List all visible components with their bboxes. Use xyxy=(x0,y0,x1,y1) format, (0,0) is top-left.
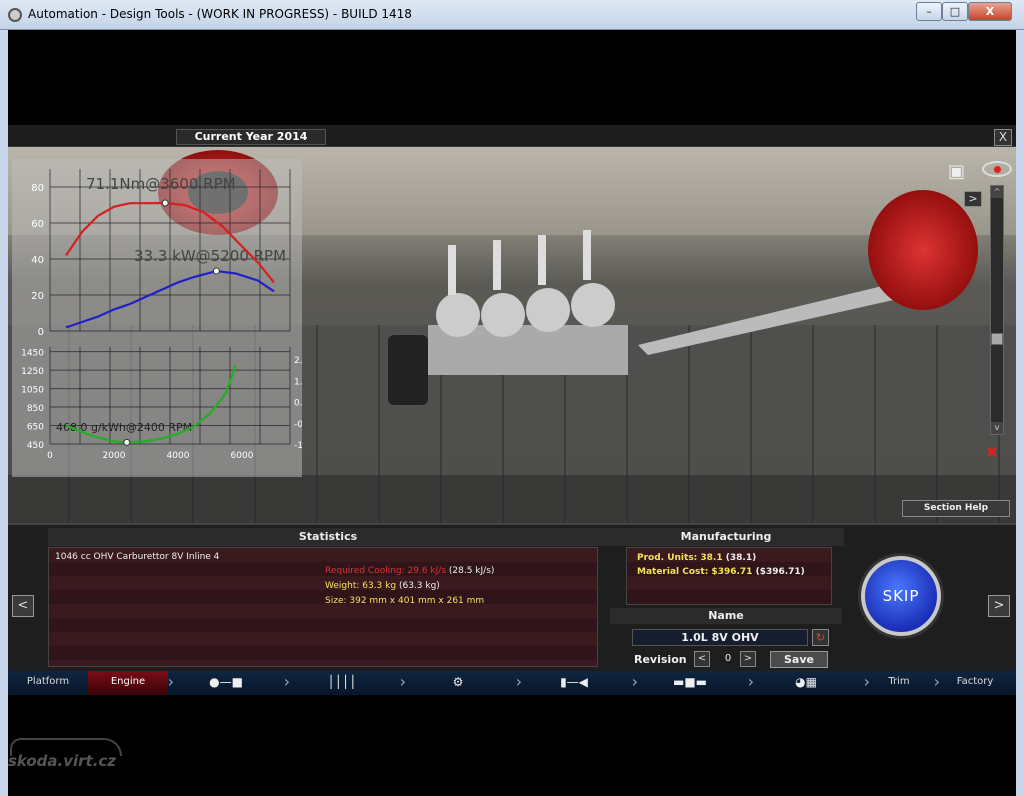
y-tick-label: 20 xyxy=(31,291,44,302)
y-right-tick-label: -0.2 xyxy=(294,420,302,430)
y-tick-label: 0 xyxy=(38,327,44,338)
tab-trim[interactable]: Trim › xyxy=(864,671,940,695)
engine-model xyxy=(388,230,628,405)
viewport-close-button[interactable]: X xyxy=(994,129,1012,146)
section-help-button[interactable]: Section Help xyxy=(902,500,1010,517)
torque-peak-label: 71.1Nm@3600 RPM xyxy=(86,175,236,193)
power-peak-label: 33.3 kW@5200 RPM xyxy=(134,247,286,265)
nav-prev-button[interactable]: < xyxy=(12,595,34,617)
camera-icon[interactable]: ▣ xyxy=(948,161,965,182)
y-right-tick-label: 1.4 xyxy=(294,377,302,387)
skip-button[interactable]: SKIP xyxy=(861,556,941,636)
statistics-box: 1046 cc OHV Carburettor 8V Inline 4 Requ… xyxy=(48,547,598,667)
minimize-button[interactable]: – xyxy=(916,2,942,21)
y-tick-label: 850 xyxy=(27,404,44,414)
current-year-label: Current Year 2014 xyxy=(176,129,326,145)
x-tick-label: 4000 xyxy=(167,451,190,461)
size-stat: Size: 392 mm x 401 mm x 261 mm xyxy=(325,596,485,606)
tuning-icon: ◕▦ xyxy=(795,675,817,689)
viewport-topbar: Current Year 2014 X xyxy=(8,125,1016,147)
torque-peak-marker xyxy=(161,199,169,207)
tab-tuning[interactable]: ◕▦ › xyxy=(748,671,870,695)
revision-value: 0 xyxy=(724,653,732,664)
tab-piston-rod[interactable]: ●—■ › xyxy=(168,671,290,695)
zoom-slider[interactable]: ^ v xyxy=(990,185,1004,435)
y-tick-label: 60 xyxy=(31,219,44,230)
y-tick-label: 1250 xyxy=(21,367,44,377)
y-tick-label: 450 xyxy=(27,441,44,451)
manufacturing-box: Prod. Units: 38.1 (38.1) Material Cost: … xyxy=(626,547,832,605)
watermark: skoda.virt.cz xyxy=(8,752,117,770)
y-right-tick-label: 2.2 xyxy=(294,356,302,366)
window-titlebar: Automation - Design Tools - (WORK IN PRO… xyxy=(0,0,1024,30)
zoom-down-button[interactable]: v xyxy=(991,422,1003,434)
engine-description: 1046 cc OHV Carburettor 8V Inline 4 xyxy=(55,552,220,562)
engine-graph-panel: 71.1Nm@3600 RPM 33.3 kW@5200 RPM 468.0 g… xyxy=(12,159,302,477)
window-frame-right xyxy=(1016,30,1024,796)
bottom-panel: < Statistics 1046 cc OHV Carburettor 8V … xyxy=(8,523,1016,671)
viewport-footer xyxy=(8,475,1016,523)
window-title: Automation - Design Tools - (WORK IN PRO… xyxy=(28,7,412,21)
bsfc-peak-label: 468.0 g/kWh@2400 RPM xyxy=(56,421,192,434)
y-right-tick-label: 0.6 xyxy=(294,399,302,409)
required-cooling-stat: Required Cooling: 29.6 kJ/s (28.5 kJ/s) xyxy=(325,566,495,576)
engine-name-input[interactable]: 1.0L 8V OHV xyxy=(632,629,808,646)
manufacturing-heading: Manufacturing xyxy=(608,528,844,546)
valvetrain-icon: ││││ xyxy=(327,675,357,689)
section-tabbar: Platform› Engine› ●—■› ││││› ⚙› ▮—◀› ▬■▬… xyxy=(8,671,1016,695)
weight-stat: Weight: 63.3 kg (63.3 kg) xyxy=(325,581,440,591)
tab-turbo[interactable]: ⚙ › xyxy=(400,671,522,695)
dynamometer xyxy=(868,190,978,310)
reset-view-icon[interactable]: ✖ xyxy=(986,445,998,461)
statistics-heading: Statistics xyxy=(48,528,608,546)
y-right-tick-label: -1.0 xyxy=(294,441,302,451)
material-cost-stat: Material Cost: $396.71 ($396.71) xyxy=(637,567,805,577)
y-tick-label: 80 xyxy=(31,183,44,194)
save-button[interactable]: Save xyxy=(770,651,828,668)
x-tick-label: 0 xyxy=(47,451,53,461)
tab-engine[interactable]: Engine › xyxy=(88,671,174,695)
x-tick-label: 6000 xyxy=(231,451,254,461)
fuel-system-icon: ▮—◀ xyxy=(560,675,588,689)
refresh-name-icon[interactable]: ↻ xyxy=(812,629,829,646)
revision-label: Revision xyxy=(634,653,687,666)
tab-factory[interactable]: Factory xyxy=(934,671,1016,695)
app-icon xyxy=(8,8,22,22)
engine-graph: 71.1Nm@3600 RPM 33.3 kW@5200 RPM 468.0 g… xyxy=(21,169,302,461)
revision-prev-button[interactable]: < xyxy=(694,651,710,667)
zoom-slider-thumb[interactable] xyxy=(991,333,1003,345)
tab-platform[interactable]: Platform› xyxy=(8,671,94,695)
y-tick-label: 1050 xyxy=(21,386,44,396)
exhaust-icon: ▬■▬ xyxy=(672,675,707,689)
tab-exhaust[interactable]: ▬■▬ › xyxy=(632,671,754,695)
x-tick-label: 2000 xyxy=(103,451,126,461)
maximize-button[interactable]: □ xyxy=(942,2,968,21)
tab-fuel-system[interactable]: ▮—◀ › xyxy=(516,671,638,695)
zoom-up-button[interactable]: ^ xyxy=(991,186,1003,198)
eye-icon[interactable] xyxy=(982,161,1012,177)
y-tick-label: 650 xyxy=(27,423,44,433)
name-heading: Name xyxy=(610,608,842,624)
engine-viewport[interactable]: Current Year 2014 X ▣ > ^ v ✖ Section He… xyxy=(8,125,1016,523)
nav-next-button[interactable]: > xyxy=(988,595,1010,617)
piston-rod-icon: ●—■ xyxy=(209,675,243,689)
viewport-next-button[interactable]: > xyxy=(964,191,982,207)
power-peak-marker xyxy=(212,267,220,275)
bsfc-min-marker xyxy=(123,438,131,446)
close-window-button[interactable]: X xyxy=(968,2,1012,21)
window-frame-left xyxy=(0,30,8,796)
y-tick-label: 40 xyxy=(31,255,44,266)
tab-valvetrain[interactable]: ││││ › xyxy=(284,671,406,695)
turbo-icon: ⚙ xyxy=(452,675,464,689)
revision-next-button[interactable]: > xyxy=(740,651,756,667)
prod-units-stat: Prod. Units: 38.1 (38.1) xyxy=(637,553,757,563)
y-tick-label: 1450 xyxy=(21,349,44,359)
